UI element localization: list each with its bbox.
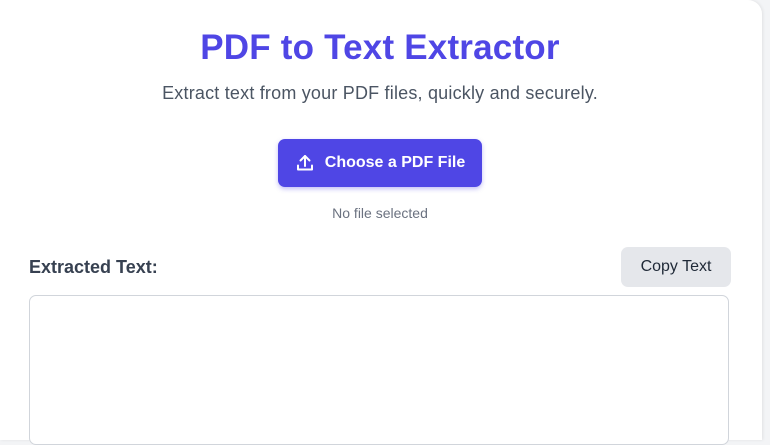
extracted-text-label: Extracted Text: [29,257,158,277]
upload-icon [295,153,315,173]
choose-pdf-label: Choose a PDF File [324,154,466,171]
choose-pdf-button[interactable]: Choose a PDF File [278,139,482,187]
extractor-card: PDF to Text Extractor Extract text from … [0,0,762,445]
extracted-text-area[interactable] [29,295,729,445]
copy-text-button[interactable]: Copy Text [621,247,731,287]
page-title: PDF to Text Extractor [200,28,560,67]
page-subtitle: Extract text from your PDF files, quickl… [162,83,598,103]
file-status-text: No file selected [332,205,428,221]
